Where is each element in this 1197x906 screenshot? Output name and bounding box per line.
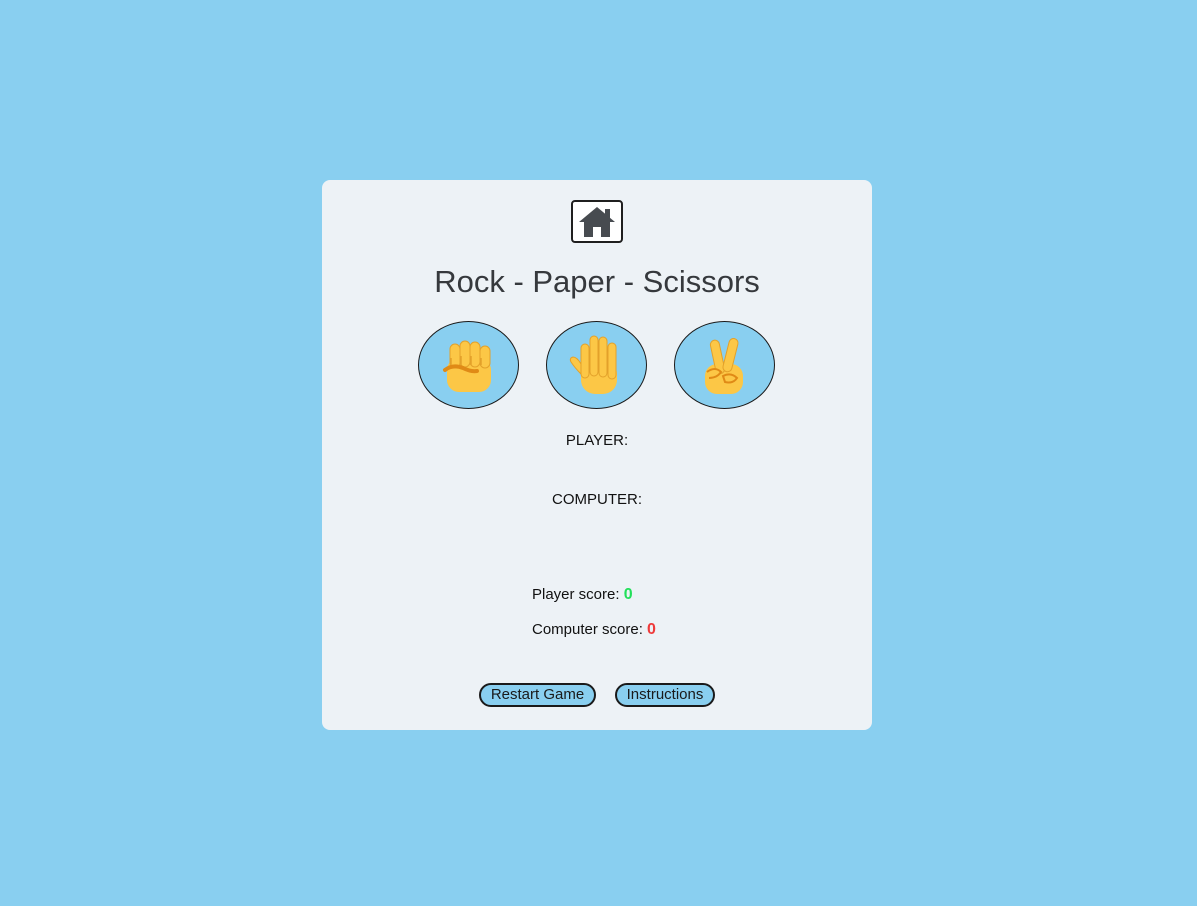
raised-fist-icon [442, 340, 491, 392]
player-score-label: Player score: [532, 586, 620, 603]
home-icon [579, 206, 615, 237]
instructions-button[interactable]: Instructions [615, 683, 715, 707]
computer-score-value: 0 [647, 621, 656, 638]
player-score-value: 0 [623, 586, 633, 603]
rock-button[interactable] [418, 321, 519, 409]
computer-score: Computer score: 0 [532, 620, 656, 640]
home-button[interactable] [571, 200, 623, 243]
player-choice-label: PLAYER: [565, 432, 629, 449]
restart-game-button[interactable]: Restart Game [479, 683, 596, 707]
player-score: Player score: 0 [532, 585, 633, 605]
game-card: Rock - Paper - Scissors PLAYER: COMPUTER… [322, 180, 872, 730]
raised-hand-icon [569, 335, 617, 394]
computer-score-label: Computer score: [532, 621, 643, 638]
scissors-button[interactable] [674, 321, 775, 409]
computer-choice-label: COMPUTER: [552, 491, 642, 508]
paper-button[interactable] [546, 321, 647, 409]
page-title: Rock - Paper - Scissors [434, 264, 760, 299]
victory-hand-icon [704, 337, 743, 394]
